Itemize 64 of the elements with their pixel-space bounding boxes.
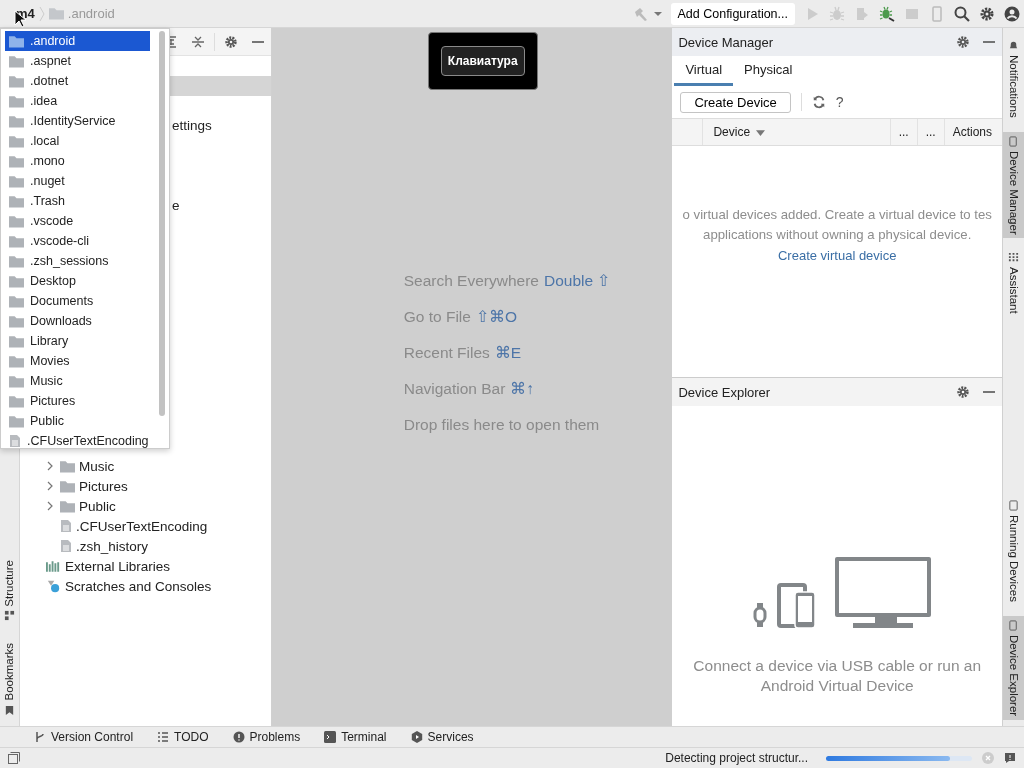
empty-message: Connect a device via USB cable or run an Android Virtual Device <box>692 656 983 696</box>
editor-hint: Drop files here to open them <box>403 415 601 435</box>
popup-item[interactable]: .mono <box>5 151 150 171</box>
tool-window-button[interactable]: Version Control <box>34 730 134 744</box>
popup-item[interactable]: Public <box>5 411 150 431</box>
editor-hint: Go to File ⇧⌘O <box>403 307 518 327</box>
popup-item[interactable]: .dotnet <box>5 71 150 91</box>
tree-item-label[interactable]: e <box>172 196 180 216</box>
editor-hint: Navigation Bar ⌘↑ <box>403 379 536 399</box>
tool-window-button[interactable]: TODO <box>157 730 209 744</box>
popup-item[interactable]: .aspnet <box>5 51 150 71</box>
popup-item[interactable]: .IdentityService <box>5 111 150 131</box>
tree-item[interactable]: Music <box>20 456 271 476</box>
popup-item[interactable]: .Trash <box>5 191 150 211</box>
editor-hint: Search Everywhere Double ⇧ <box>403 271 611 291</box>
tool-window-button[interactable]: Bookmarks <box>0 643 19 716</box>
column-header[interactable]: ... <box>917 119 945 145</box>
empty-message: o virtual devices added. Create a virtual device to tes <box>682 206 992 224</box>
panel-title: Device Explorer <box>678 384 772 400</box>
tool-window-button[interactable]: Device Explorer <box>1003 615 1024 720</box>
tree-item[interactable]: Public <box>20 496 271 516</box>
popup-item[interactable]: .vscode-cli <box>5 231 150 251</box>
panel-title: Device Manager <box>678 34 775 50</box>
tool-window-button[interactable]: Structure <box>0 559 19 622</box>
tool-window-button[interactable]: Problems <box>232 730 301 744</box>
create-virtual-device-link[interactable]: Create virtual device <box>777 248 897 263</box>
popup-item[interactable]: Movies <box>5 351 150 371</box>
tree-item[interactable]: .zsh_history <box>20 536 271 556</box>
column-header[interactable]: ... <box>890 119 918 145</box>
create-device-button[interactable]: Create Device <box>680 91 791 113</box>
popup-item[interactable]: Library <box>5 331 150 351</box>
run-configuration-button[interactable]: Add Configuration... <box>670 2 795 25</box>
keyboard-label: Клавиатура <box>440 46 525 76</box>
tree-item[interactable]: Scratches and Consoles <box>20 576 271 596</box>
help-icon[interactable]: ? <box>835 94 844 110</box>
tool-window-button[interactable]: Device Manager <box>1003 131 1024 239</box>
popup-item[interactable]: .android <box>5 31 150 51</box>
popup-item[interactable]: .vscode <box>5 211 150 231</box>
empty-message: applications without owning a physical device. <box>703 226 972 244</box>
popup-item[interactable]: Music <box>5 371 150 391</box>
tab[interactable]: Physical <box>733 56 804 86</box>
popup-item[interactable]: .nuget <box>5 171 150 191</box>
popup-item[interactable]: .idea <box>5 91 150 111</box>
tree-item-label[interactable]: ettings <box>172 116 212 136</box>
tool-window-button[interactable]: Notifications <box>1003 36 1024 122</box>
popup-item[interactable]: .zsh_sessions <box>5 251 150 271</box>
column-header[interactable]: Actions <box>944 119 1003 145</box>
popup-item[interactable]: Pictures <box>5 391 150 411</box>
tool-window-button[interactable]: Running Devices <box>1003 495 1024 606</box>
tree-item[interactable]: Pictures <box>20 476 271 496</box>
status-text: Detecting project structur... <box>665 751 808 765</box>
popup-item[interactable]: .local <box>5 131 150 151</box>
tab[interactable]: Virtual <box>674 56 734 86</box>
tree-item[interactable]: External Libraries <box>20 556 271 576</box>
column-header[interactable]: Device <box>703 119 891 145</box>
popup-item[interactable]: Downloads <box>5 311 150 331</box>
editor-hint: Recent Files ⌘E <box>403 343 523 363</box>
popup-item[interactable]: Desktop <box>5 271 150 291</box>
tree-item[interactable]: .CFUserTextEncoding <box>20 516 271 536</box>
popup-item[interactable]: Documents <box>5 291 150 311</box>
tool-window-button[interactable]: Terminal <box>324 730 387 744</box>
popup-item[interactable]: .CFUserTextEncoding <box>5 431 150 448</box>
tool-window-button[interactable]: Services <box>410 730 474 744</box>
tool-window-button[interactable]: Assistant <box>1003 248 1024 319</box>
